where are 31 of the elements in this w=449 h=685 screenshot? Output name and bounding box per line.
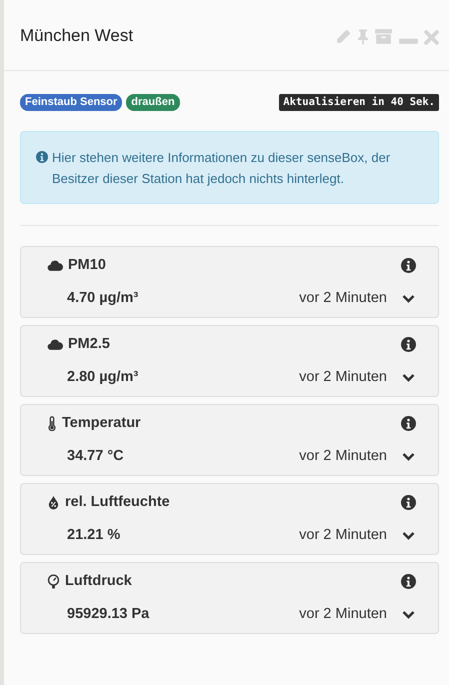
tag-badge: Feinstaub Sensor (20, 94, 122, 111)
timestamp: vor 2 Minuten (299, 448, 387, 464)
info-icon[interactable] (401, 494, 416, 510)
info-text: Hier stehen weitere Informationen zu dieser senseBox, der Besitzer dieser Station hat jedoch nichts hinterlegt. (52, 149, 392, 188)
sensor-value: 4.70 µg/m³ (67, 290, 140, 306)
tag-badge: draußen (126, 94, 180, 111)
timestamp: vor 2 Minuten (299, 290, 387, 306)
sensor-name: Luftdruck (65, 573, 133, 589)
sensor-value: 2.80 µg/m³ (67, 369, 140, 385)
sensor-value: 95929.13 Pa (67, 606, 150, 622)
info-icon[interactable] (401, 416, 416, 430)
sensor-value: 21.21 % (67, 527, 122, 543)
sensor-name: PM10 (68, 257, 107, 273)
sensor-name: PM2.5 (68, 336, 111, 352)
info-icon[interactable] (401, 336, 416, 352)
gauge-icon (47, 574, 60, 588)
sensor-name: rel. Luftfeuchte (65, 494, 171, 510)
window-title: München West (20, 26, 134, 46)
timestamp: vor 2 Minuten (299, 369, 387, 385)
info-icon (36, 151, 48, 163)
info-icon[interactable] (401, 574, 416, 588)
sensor-value: 34.77 °C (67, 448, 125, 464)
info-icon[interactable] (401, 258, 416, 272)
timestamp: vor 2 Minuten (299, 606, 387, 622)
thermometer-icon (47, 416, 57, 430)
sensor-name: Temperatur (62, 415, 142, 431)
timestamp: vor 2 Minuten (299, 527, 387, 543)
refresh-countdown: Aktualisieren in 40 Sek. (279, 94, 439, 111)
cloud-icon (47, 336, 63, 352)
cloud-icon (47, 258, 63, 272)
drop-icon (47, 494, 60, 510)
